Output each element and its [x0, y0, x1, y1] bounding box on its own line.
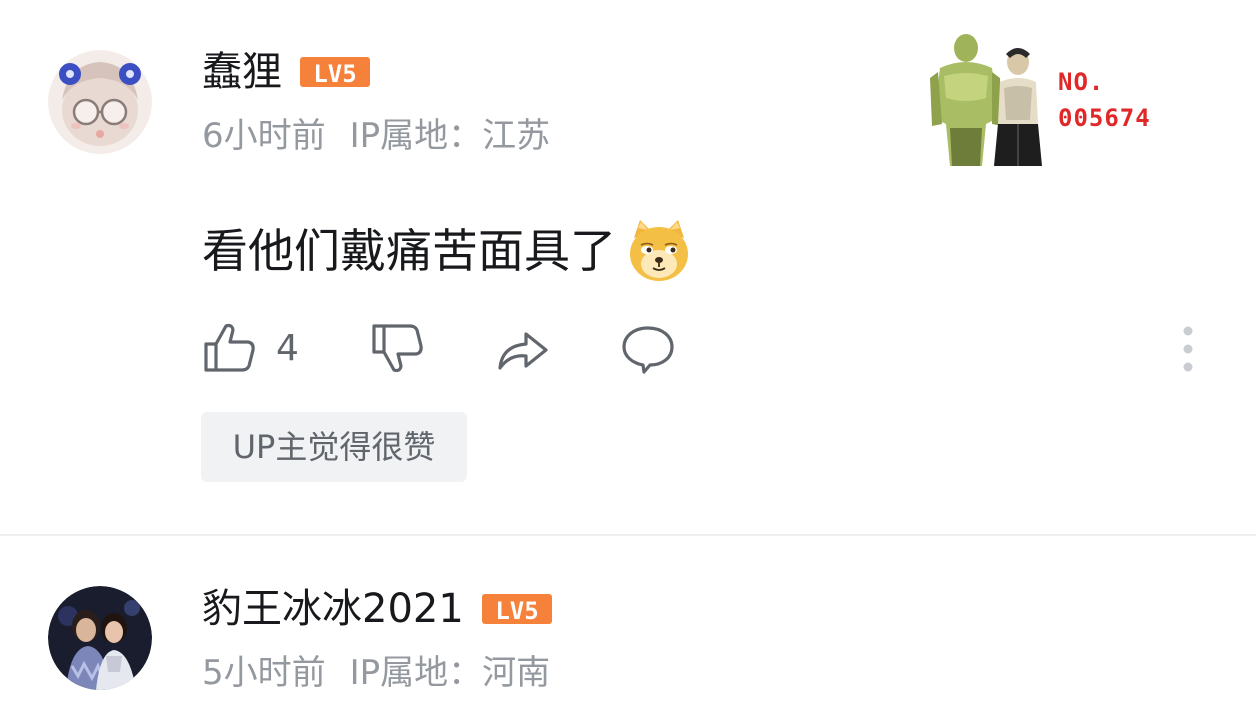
anime-girl-avatar-icon [48, 50, 152, 154]
dislike-button[interactable] [370, 320, 426, 376]
decoration-no-label: NO. [1058, 68, 1105, 96]
username-text[interactable]: 豹王冰冰2021 [202, 585, 464, 633]
fan-decoration-card[interactable]: NO. 005674 [926, 28, 1186, 168]
share-button[interactable] [494, 320, 550, 376]
doge-emoji-icon [626, 218, 692, 284]
level-5-badge-icon: LV5 [481, 594, 552, 625]
thumbs-down-icon [372, 324, 423, 373]
muscle-characters-decoration-icon [930, 34, 1042, 166]
share-icon [498, 332, 548, 370]
comment-meta: 5小时前 IP属地：河南 [202, 653, 550, 693]
username[interactable]: 豹王冰冰2021 LV5 [202, 585, 552, 633]
like-button[interactable]: 4 [202, 320, 299, 376]
username-text[interactable]: 蠢狸 [202, 48, 282, 96]
comment-divider [0, 534, 1256, 536]
like-count: 4 [276, 327, 299, 369]
comment-content-text: 看他们戴痛苦面具了 [202, 224, 616, 278]
comment-list: 蠢狸 LV5 6小时前 IP属地：江苏 NO. 005674 看他们戴痛苦面具了… [0, 0, 1256, 706]
ip-location: IP属地：河南 [349, 653, 551, 693]
comment-bubble-icon [622, 326, 674, 374]
more-options-button[interactable] [1176, 326, 1200, 372]
level-badge: LV5 [300, 55, 370, 89]
thumbs-up-icon [204, 323, 255, 372]
level-badge: LV5 [481, 592, 552, 626]
decoration-number: 005674 [1058, 104, 1151, 132]
user-avatar[interactable] [48, 50, 152, 154]
more-vertical-icon [1183, 326, 1193, 372]
reply-button[interactable] [620, 320, 676, 376]
username[interactable]: 蠢狸 LV5 [202, 48, 370, 96]
level-5-badge-icon: LV5 [300, 57, 370, 88]
level-badge-text: LV5 [313, 60, 356, 88]
photo-avatar-icon [48, 586, 152, 690]
comment-time: 5小时前 [202, 653, 326, 693]
level-badge-text: LV5 [495, 597, 538, 625]
user-avatar[interactable] [48, 586, 152, 690]
comment-content: 看他们戴痛苦面具了 [202, 218, 692, 284]
comment-meta: 6小时前 IP属地：江苏 [202, 116, 550, 156]
up-liked-tag: UP主觉得很赞 [201, 412, 467, 482]
ip-location: IP属地：江苏 [349, 116, 551, 156]
comment-time: 6小时前 [202, 116, 326, 156]
